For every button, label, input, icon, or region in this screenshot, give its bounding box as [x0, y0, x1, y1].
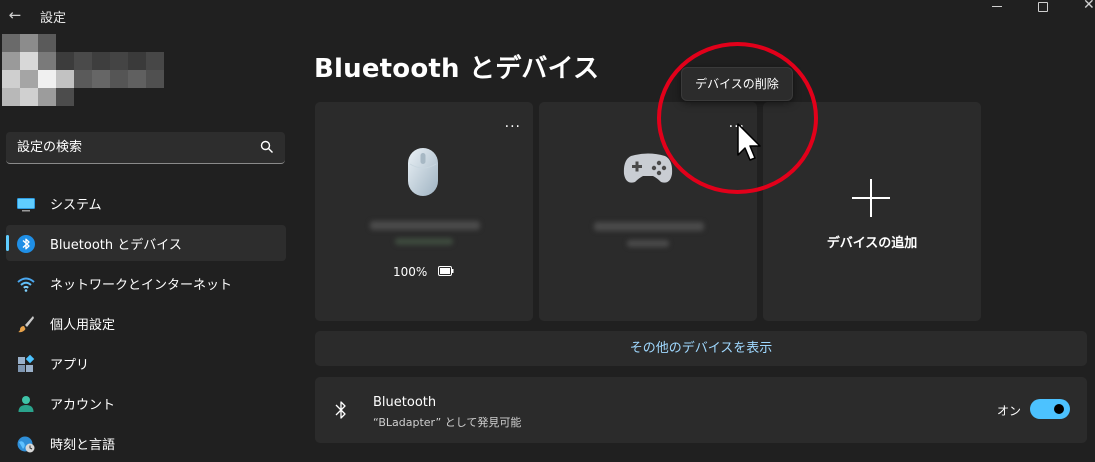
search-box[interactable]	[6, 132, 285, 164]
sidebar-item-personalization[interactable]: 個人用設定	[6, 305, 286, 341]
app-title: 設定	[40, 11, 67, 26]
battery-icon	[438, 266, 454, 276]
cursor-icon	[737, 123, 761, 161]
sidebar-item-label: Bluetooth とデバイス	[50, 238, 182, 253]
more-options-icon[interactable]: ...	[505, 116, 521, 130]
search-icon[interactable]	[260, 140, 274, 154]
sidebar-item-label: アプリ	[50, 358, 90, 373]
bluetooth-title: Bluetooth	[373, 395, 437, 410]
sidebar-item-label: 個人用設定	[50, 318, 116, 333]
device-card-mouse[interactable]: ... 100%	[315, 102, 533, 321]
plus-icon	[852, 179, 890, 217]
sidebar-item-system[interactable]: システム	[6, 185, 286, 221]
page-title: Bluetooth とデバイス	[314, 54, 600, 84]
bluetooth-icon	[335, 401, 346, 419]
device-status-redacted	[627, 240, 669, 247]
close-icon[interactable]: ✕	[1083, 0, 1095, 12]
sidebar-item-label: アカウント	[50, 398, 116, 413]
globe-clock-icon	[17, 436, 35, 453]
maximize-icon[interactable]	[1038, 2, 1048, 12]
highlight-ring	[657, 42, 818, 194]
bluetooth-setting-row: Bluetooth “BLadapter” として発見可能 オン	[315, 377, 1087, 443]
search-input[interactable]	[6, 132, 246, 162]
back-arrow-icon[interactable]: ←	[6, 4, 24, 26]
add-device-label: デバイスの追加	[826, 236, 918, 251]
device-status-redacted	[395, 238, 453, 245]
minimize-icon[interactable]	[990, 0, 1006, 12]
bluetooth-subtitle: “BLadapter” として発見可能	[373, 416, 522, 429]
bluetooth-toggle[interactable]	[1030, 399, 1070, 419]
sidebar-item-bluetooth[interactable]: Bluetooth とデバイス	[6, 225, 286, 261]
device-name-redacted	[370, 221, 480, 230]
sidebar-nav: システム Bluetooth とデバイス ネットワークとインターネット 個人用設…	[6, 185, 286, 462]
sidebar-item-accounts[interactable]: アカウント	[6, 385, 286, 421]
sidebar-item-label: ネットワークとインターネット	[50, 278, 233, 293]
toggle-state-label: オン	[997, 404, 1022, 418]
monitor-icon	[17, 198, 35, 212]
avatar	[2, 34, 174, 106]
gamepad-icon	[623, 153, 673, 183]
wifi-icon	[17, 277, 35, 292]
person-icon	[18, 396, 34, 412]
battery-level: 100%	[393, 265, 428, 279]
brush-icon	[18, 316, 34, 333]
active-indicator	[6, 235, 9, 251]
title-bar: ← 設定 ✕	[0, 0, 1095, 32]
sidebar-item-label: システム	[50, 198, 102, 213]
sidebar-item-time-language[interactable]: 時刻と言語	[6, 425, 286, 461]
apps-icon	[18, 354, 35, 372]
sidebar-item-network[interactable]: ネットワークとインターネット	[6, 265, 286, 301]
view-more-devices-button[interactable]: その他のデバイスを表示	[315, 331, 1087, 366]
sidebar-item-label: 時刻と言語	[50, 438, 116, 453]
device-name-redacted	[594, 222, 704, 231]
sidebar-item-apps[interactable]: アプリ	[6, 345, 286, 381]
mouse-icon	[408, 148, 438, 196]
bluetooth-icon	[17, 235, 35, 253]
